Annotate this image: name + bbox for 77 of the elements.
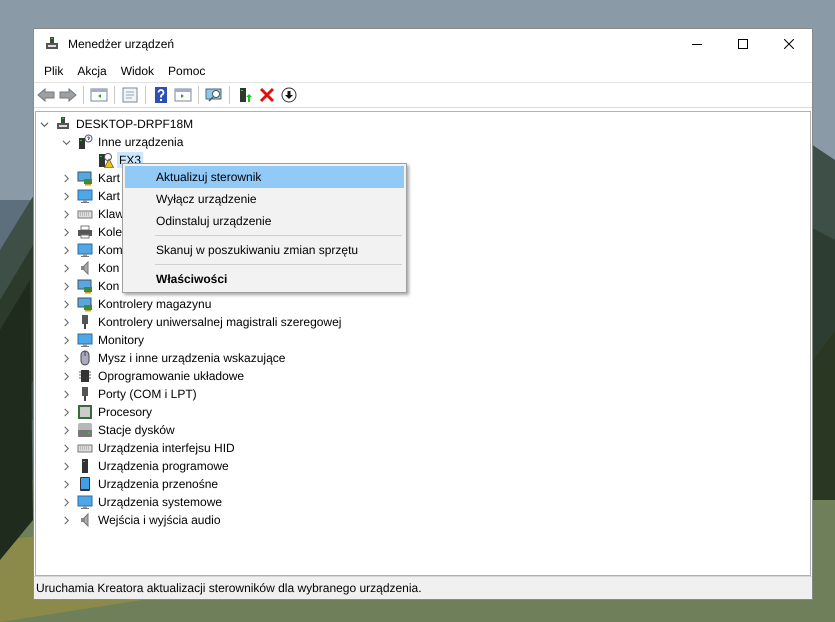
computer-icon: [55, 116, 71, 132]
tree-item[interactable]: Monitory: [96, 332, 146, 348]
help-icon[interactable]: [152, 87, 170, 103]
processor-icon: [77, 404, 93, 420]
chevron-right-icon[interactable]: [62, 426, 71, 434]
circuit-card-icon: [77, 278, 93, 294]
properties-sheet-icon[interactable]: [121, 87, 139, 103]
window-panel-icon[interactable]: [90, 87, 108, 103]
chevron-right-icon[interactable]: [62, 462, 71, 470]
delete-cross-icon[interactable]: [258, 87, 276, 103]
network-card-icon: [77, 170, 93, 186]
printer-icon: [77, 224, 93, 240]
chevron-right-icon[interactable]: [62, 444, 71, 452]
system-monitor-icon: [77, 494, 93, 510]
context-menu-item[interactable]: Aktualizuj sterownik: [125, 166, 404, 188]
tree-item[interactable]: Urządzenia przenośne: [96, 476, 220, 492]
chevron-right-icon[interactable]: [62, 516, 71, 524]
chevron-right-icon[interactable]: [62, 228, 71, 236]
menu-item[interactable]: Pomoc: [161, 62, 212, 80]
status-text: Uruchamia Kreatora aktualizacji sterowników dla wybranego urządzenia.: [36, 581, 422, 595]
tree-item[interactable]: DESKTOP-DRPF18M: [74, 116, 196, 132]
window-panel-icon[interactable]: [174, 87, 192, 103]
back-arrow-icon[interactable]: [37, 87, 55, 103]
device-question-icon: [77, 134, 93, 150]
chevron-right-icon[interactable]: [62, 282, 71, 290]
tree-item[interactable]: Oprogramowanie układowe: [96, 368, 246, 384]
context-menu-item[interactable]: Właściwości: [125, 268, 404, 290]
maximize-icon: [738, 39, 748, 49]
chevron-down-icon[interactable]: [40, 120, 49, 128]
chevron-down-icon[interactable]: [62, 138, 71, 146]
tree-item[interactable]: Kom: [96, 242, 125, 258]
chevron-right-icon[interactable]: [62, 192, 71, 200]
window-title: Menedżer urządzeń: [68, 37, 174, 51]
chevron-right-icon[interactable]: [62, 318, 71, 326]
tree-item[interactable]: Kon: [96, 260, 122, 276]
context-menu-item[interactable]: Wyłącz urządzenie: [125, 188, 404, 210]
tree-item[interactable]: Procesory: [96, 404, 154, 420]
tree-item[interactable]: Mysz i inne urządzenia wskazujące: [96, 350, 288, 366]
context-menu-item[interactable]: Odinstaluj urządzenie: [125, 210, 404, 232]
tree-item[interactable]: Inne urządzenia: [96, 134, 186, 150]
chevron-right-icon[interactable]: [62, 174, 71, 182]
context-menu-item[interactable]: Skanuj w poszukiwaniu zmian sprzętu: [125, 239, 404, 261]
monitor-icon: [77, 242, 93, 258]
chevron-right-icon[interactable]: [62, 246, 71, 254]
tree-item[interactable]: Kon: [96, 278, 122, 294]
chevron-right-icon[interactable]: [62, 210, 71, 218]
tree-item[interactable]: Kontrolery magazynu: [96, 296, 214, 312]
close-icon: [784, 39, 794, 49]
chevron-right-icon[interactable]: [62, 300, 71, 308]
chevron-right-icon[interactable]: [62, 480, 71, 488]
chevron-right-icon[interactable]: [62, 264, 71, 272]
chevron-right-icon[interactable]: [62, 408, 71, 416]
chip-icon: [77, 368, 93, 384]
chevron-right-icon[interactable]: [62, 372, 71, 380]
tree-item[interactable]: Urządzenia systemowe: [96, 494, 224, 510]
tree-item[interactable]: Wejścia i wyjścia audio: [96, 512, 222, 528]
tree-item[interactable]: Porty (COM i LPT): [96, 386, 199, 402]
tree-item[interactable]: Urządzenia interfejsu HID: [96, 440, 237, 456]
forward-arrow-icon[interactable]: [59, 87, 77, 103]
chevron-right-icon[interactable]: [62, 336, 71, 344]
monitor-search-icon[interactable]: [205, 87, 223, 103]
tree-item[interactable]: Kart: [96, 170, 122, 186]
tree-item[interactable]: Kart: [96, 188, 122, 204]
tree-item[interactable]: Kontrolery uniwersalnej magistrali szeregowej: [96, 314, 344, 330]
menu-item[interactable]: Widok: [114, 62, 162, 80]
chevron-right-icon[interactable]: [62, 498, 71, 506]
chevron-right-icon[interactable]: [62, 390, 71, 398]
menu-item[interactable]: Plik: [37, 62, 70, 80]
computer-icon: [44, 36, 60, 52]
tablet-icon: [77, 476, 93, 492]
tree-item[interactable]: Kole: [96, 224, 124, 240]
disk-drive-icon: [77, 422, 93, 438]
monitor-icon: [77, 332, 93, 348]
menu-item[interactable]: Akcja: [70, 62, 114, 80]
chevron-right-icon[interactable]: [62, 354, 71, 362]
tree-item[interactable]: Urządzenia programowe: [96, 458, 231, 474]
tree-item[interactable]: Stacje dysków: [96, 422, 177, 438]
